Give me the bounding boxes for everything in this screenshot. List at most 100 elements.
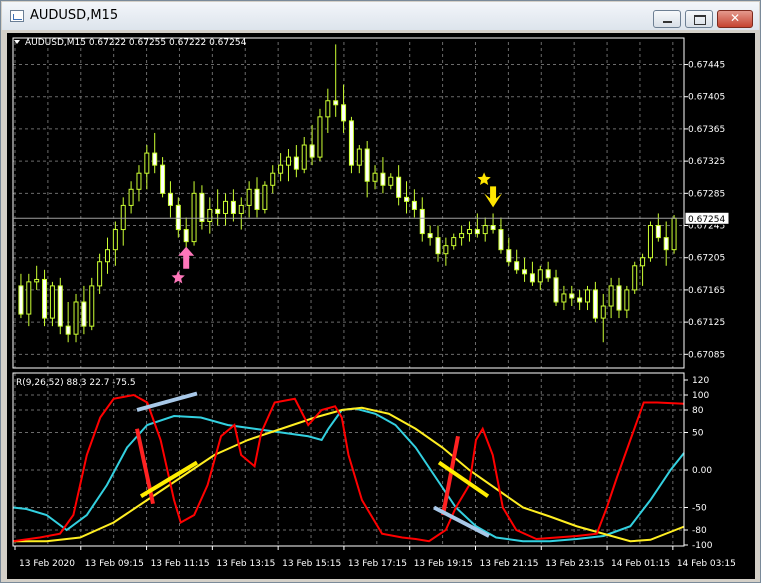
candle-bear bbox=[474, 229, 480, 235]
indicator-axis-label: -50 bbox=[692, 504, 707, 514]
candle-bear bbox=[57, 285, 63, 327]
indicator-axis-label: -100 bbox=[692, 541, 713, 551]
candle-bull bbox=[49, 285, 55, 319]
indicator-axis-label: 50 bbox=[692, 429, 704, 439]
candle-bear bbox=[364, 148, 370, 182]
candle-bear bbox=[655, 225, 661, 239]
candle-bull bbox=[270, 172, 276, 186]
candle-bull bbox=[647, 225, 653, 259]
candle-bull bbox=[451, 237, 457, 247]
candle-bull bbox=[466, 229, 472, 235]
chart-area[interactable]: 13 Feb 2020 13 Feb 09:15 13 Feb 11:15 13 Fe… bbox=[7, 33, 755, 579]
time-axis-label: 13 Feb 11:15 bbox=[151, 559, 210, 569]
candle-bull bbox=[608, 285, 614, 307]
candle-bear bbox=[254, 188, 260, 210]
candle-bull bbox=[537, 269, 543, 283]
price-axis-label: 0.67365 bbox=[688, 125, 725, 135]
candle-bear bbox=[348, 120, 354, 166]
candle-bull bbox=[278, 164, 284, 174]
close-button[interactable] bbox=[717, 10, 753, 28]
price-axis-label: 0.67445 bbox=[688, 61, 725, 71]
maximize-button[interactable] bbox=[685, 10, 713, 28]
candle-bull bbox=[640, 257, 646, 267]
candle-bull bbox=[207, 208, 213, 223]
time-axis-label: 13 Feb 15:15 bbox=[282, 559, 341, 569]
candle-bear bbox=[160, 164, 166, 194]
candle-bull bbox=[317, 116, 323, 158]
time-axis-label: 14 Feb 01:15 bbox=[611, 559, 670, 569]
candle-bear bbox=[545, 269, 551, 279]
chart-window-icon bbox=[10, 10, 24, 22]
window-title: AUDUSD,M15 bbox=[30, 8, 119, 23]
time-axis-label: 13 Feb 23:15 bbox=[545, 559, 604, 569]
candle-bull bbox=[443, 245, 449, 255]
candle-bull bbox=[73, 301, 79, 335]
indicator-axis-label: -80 bbox=[692, 526, 707, 536]
price-axis-label: 0.67085 bbox=[688, 350, 725, 360]
candle-bull bbox=[325, 100, 331, 118]
time-axis-label: 13 Feb 21:15 bbox=[479, 559, 538, 569]
candle-bull bbox=[561, 293, 567, 303]
candle-bear bbox=[380, 172, 386, 186]
chart-window: AUDUSD,M15 13 Feb 202013 Feb 09:1513 Feb… bbox=[0, 0, 761, 583]
candle-bull bbox=[238, 204, 244, 214]
candle-bear bbox=[65, 325, 71, 335]
candle-bear bbox=[529, 273, 535, 283]
candle-bear bbox=[427, 233, 433, 239]
candle-bear bbox=[616, 285, 622, 311]
candle-bull bbox=[246, 188, 252, 206]
candle-bear bbox=[569, 293, 575, 299]
candle-bull bbox=[262, 184, 268, 210]
time-axis-label: 14 Feb 03:15 bbox=[677, 559, 736, 569]
candle-bull bbox=[191, 192, 197, 243]
candle-bull bbox=[600, 305, 606, 319]
candle-bear bbox=[18, 285, 24, 315]
candle-bull bbox=[144, 152, 150, 174]
candle-bear bbox=[498, 229, 504, 251]
candle-bull bbox=[223, 200, 229, 214]
candle-bull bbox=[388, 176, 394, 186]
candle-bull bbox=[585, 289, 591, 303]
candle-bull bbox=[301, 144, 307, 170]
candle-bear bbox=[81, 301, 87, 327]
candle-bull bbox=[120, 204, 126, 231]
indicator-axis-label: 120 bbox=[692, 376, 709, 386]
current-price-label: 0.67254 bbox=[688, 215, 725, 225]
candle-bull bbox=[112, 229, 118, 251]
candle-bear bbox=[404, 196, 410, 202]
indicator-axis-label: 80 bbox=[692, 406, 704, 416]
price-axis-label: 0.67325 bbox=[688, 157, 725, 167]
candle-bear bbox=[215, 208, 221, 214]
candle-bull bbox=[671, 217, 677, 251]
price-axis-label: 0.67405 bbox=[688, 93, 725, 103]
indicator-axis-label: 0.00 bbox=[692, 466, 712, 476]
candle-bear bbox=[175, 204, 181, 231]
minimize-button[interactable] bbox=[653, 10, 681, 28]
price-axis-label: 0.67205 bbox=[688, 254, 725, 264]
price-axis-label: 0.67125 bbox=[688, 318, 725, 328]
candle-bear bbox=[522, 269, 528, 275]
candle-bear bbox=[553, 277, 559, 303]
candle-bear bbox=[42, 278, 48, 319]
candle-bear bbox=[411, 200, 417, 210]
candle-bull bbox=[26, 281, 32, 315]
candle-bear bbox=[435, 237, 441, 255]
candle-bull bbox=[356, 148, 362, 166]
title-bar[interactable]: AUDUSD,M15 bbox=[2, 2, 759, 30]
time-axis-label: 13 Feb 13:15 bbox=[216, 559, 275, 569]
time-axis-label: 13 Feb 2020 bbox=[19, 559, 75, 569]
candle-bear bbox=[230, 200, 236, 214]
chart-background bbox=[7, 33, 755, 579]
price-axis-label: 0.67285 bbox=[688, 189, 725, 199]
candle-bear bbox=[577, 297, 583, 303]
candle-bull bbox=[89, 285, 95, 327]
candle-bull bbox=[482, 225, 488, 235]
candle-bull bbox=[104, 249, 110, 263]
candle-bull bbox=[624, 289, 630, 311]
candle-bear bbox=[663, 237, 669, 251]
candle-bear bbox=[309, 144, 315, 158]
candle-bull bbox=[97, 261, 103, 287]
price-axis-label: 0.67165 bbox=[688, 286, 725, 296]
candle-bear bbox=[333, 100, 339, 106]
time-axis-label: 13 Feb 19:15 bbox=[414, 559, 473, 569]
